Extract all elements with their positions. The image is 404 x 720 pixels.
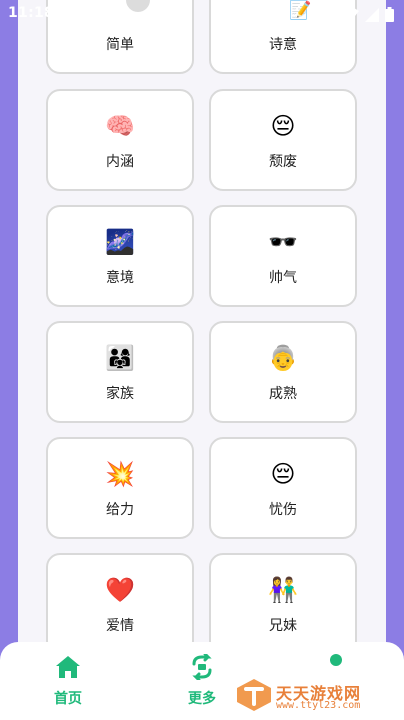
nav-more-label: 更多: [188, 691, 216, 707]
card-帅气[interactable]: 🕶️ 帅气: [209, 205, 357, 307]
brain-icon: 🧠: [105, 112, 135, 140]
card-爱情[interactable]: ❤️ 爱情: [46, 553, 194, 655]
card-兄妹[interactable]: 👫 兄妹: [209, 553, 357, 655]
heart-icon: ❤️: [105, 576, 135, 604]
card-内涵[interactable]: 🧠 内涵: [46, 89, 194, 191]
card-label: 忧伤: [269, 502, 297, 518]
watermark-logo-icon: [237, 679, 271, 711]
family-icon: 👨‍👩‍👧: [105, 344, 135, 372]
nav-more[interactable]: 更多: [180, 654, 224, 708]
collision-icon: 💥: [105, 460, 135, 488]
status-icons: [343, 7, 394, 22]
pensive-face-icon: 😔: [270, 112, 296, 140]
watermark-url: www.ttyl23.com: [276, 700, 361, 711]
card-label: 诗意: [269, 37, 297, 53]
pensive-face-icon: 😔: [270, 460, 296, 488]
nav-home[interactable]: 首页: [46, 654, 90, 708]
card-label: 爱情: [106, 618, 134, 634]
notification-icon: A: [62, 8, 73, 19]
card-label: 家族: [106, 386, 134, 402]
card-给力[interactable]: 💥 给力: [46, 437, 194, 539]
older-woman-icon: 👵: [268, 344, 298, 372]
wifi-icon: [343, 7, 359, 21]
status-bar: 11:18 A: [0, 0, 404, 28]
card-label: 简单: [106, 37, 134, 53]
status-time: 11:18: [8, 5, 55, 21]
card-成熟[interactable]: 👵 成熟: [209, 321, 357, 423]
sunglasses-icon: 🕶️: [268, 228, 298, 256]
card-意境[interactable]: 🌌 意境: [46, 205, 194, 307]
card-label: 成熟: [269, 386, 297, 402]
signal-icon: [365, 7, 379, 22]
card-label: 意境: [106, 270, 134, 286]
milky-way-icon: 🌌: [105, 228, 135, 256]
card-忧伤[interactable]: 😔 忧伤: [209, 437, 357, 539]
home-icon: [56, 656, 80, 678]
card-label: 给力: [106, 502, 134, 518]
couple-icon: 👫: [268, 576, 298, 604]
profile-icon: [330, 654, 342, 666]
swap-icon: [192, 654, 212, 680]
card-家族[interactable]: 👨‍👩‍👧 家族: [46, 321, 194, 423]
card-label: 颓废: [269, 154, 297, 170]
content-panel: 📝 简单 诗意 🧠 内涵 😔 颓废 🌌 意境 🕶️ 帅气 👨‍👩‍👧 家族 👵 …: [18, 0, 386, 720]
card-label: 帅气: [269, 270, 297, 286]
card-颓废[interactable]: 😔 颓废: [209, 89, 357, 191]
card-label: 内涵: [106, 154, 134, 170]
watermark: 天天游戏网 www.ttyl23.com: [236, 678, 396, 714]
battery-icon: [385, 7, 394, 22]
nav-home-label: 首页: [54, 691, 82, 707]
card-label: 兄妹: [269, 618, 297, 634]
